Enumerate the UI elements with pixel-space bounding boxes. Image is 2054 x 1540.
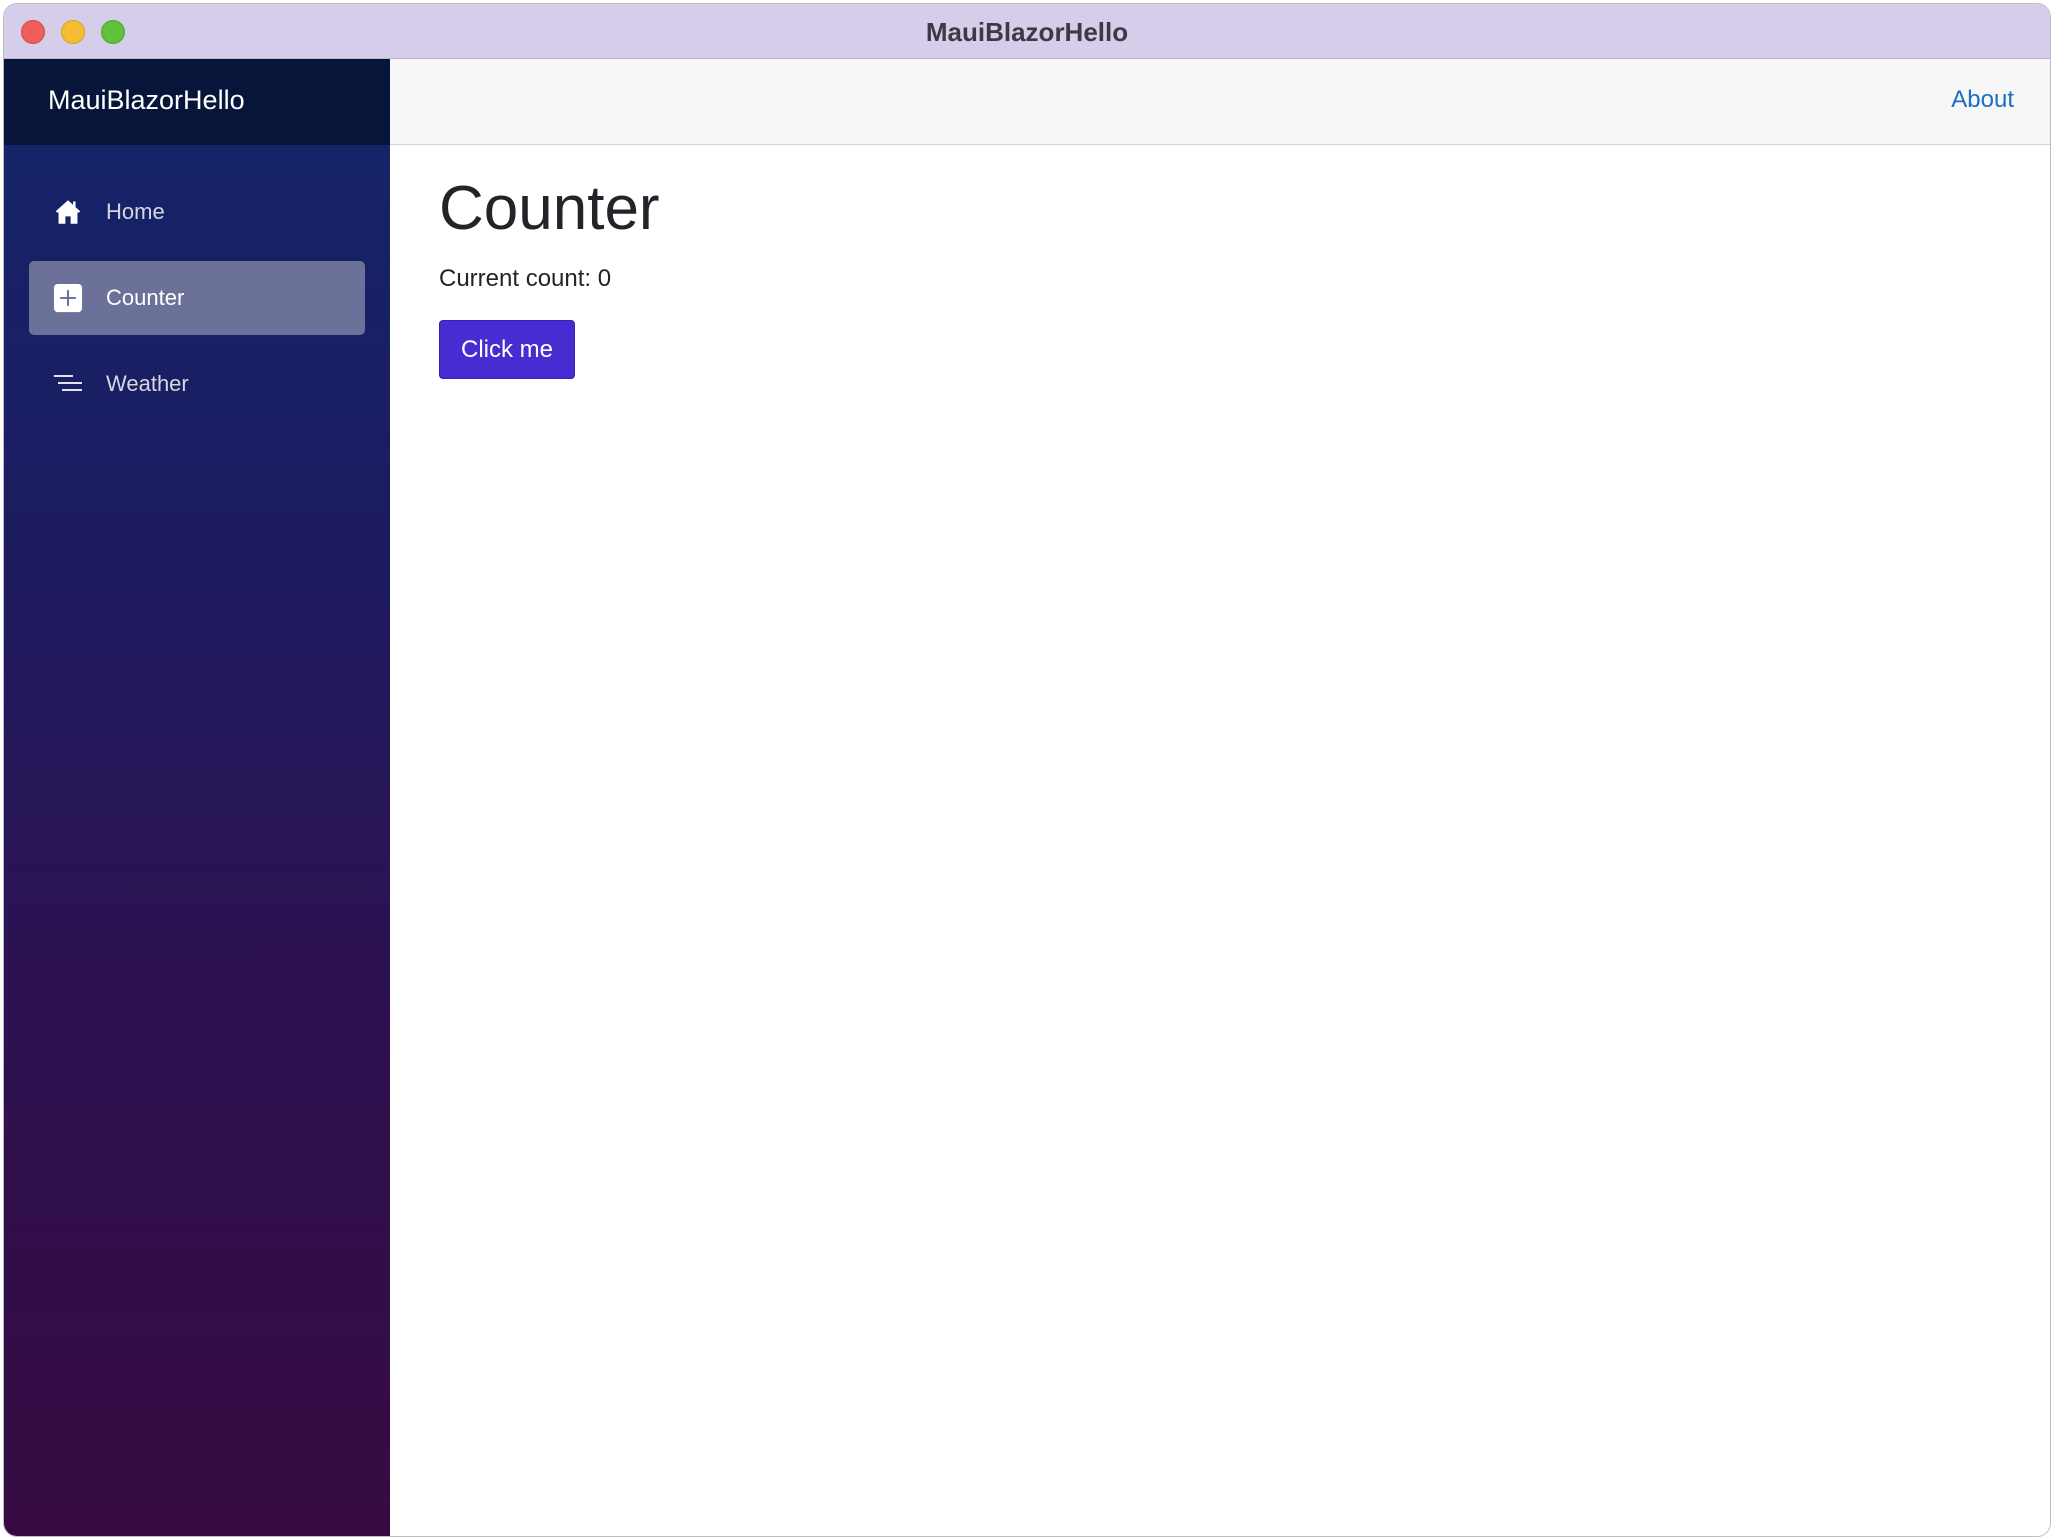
brand-bar: MauiBlazorHello	[4, 59, 390, 145]
sidebar-item-counter[interactable]: Counter	[29, 261, 365, 335]
click-me-button[interactable]: Click me	[439, 320, 575, 379]
sidebar-item-weather[interactable]: Weather	[29, 347, 365, 421]
list-lines-icon	[53, 369, 83, 399]
house-icon	[53, 197, 83, 227]
window-title: MauiBlazorHello	[925, 17, 1129, 47]
nav-menu: Home Counter Weather	[29, 175, 365, 433]
sidebar-item-label: Counter	[106, 285, 185, 310]
page-title: Counter	[439, 174, 660, 243]
plus-square-icon	[53, 283, 83, 313]
sidebar: MauiBlazorHello Home Counter Weather	[4, 59, 390, 1536]
about-link[interactable]: About	[1951, 86, 2014, 114]
main-content: Counter Current count: 0 Click me	[390, 145, 2050, 1536]
brand-link[interactable]: MauiBlazorHello	[48, 85, 245, 116]
top-row: About	[390, 59, 2050, 145]
sidebar-item-label: Home	[106, 199, 165, 224]
sidebar-item-home[interactable]: Home	[29, 175, 365, 249]
sidebar-item-label: Weather	[106, 371, 189, 396]
current-count-text: Current count: 0	[439, 265, 612, 292]
app-window: MauiBlazorHello MauiBlazorHello Home Cou…	[3, 3, 2051, 1537]
title-bar: MauiBlazorHello	[4, 4, 2050, 59]
